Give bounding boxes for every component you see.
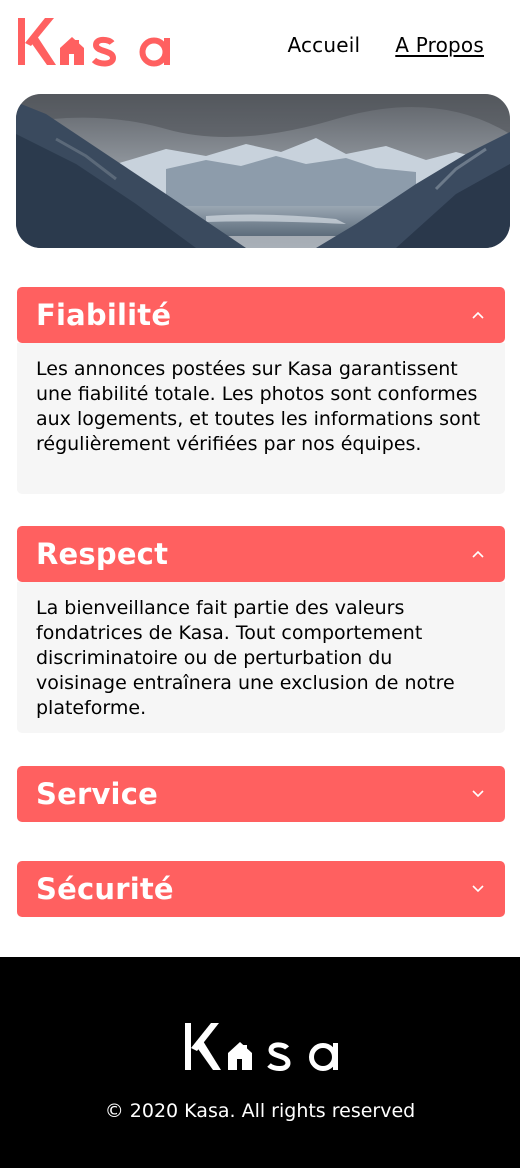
site-header: Accueil A Propos <box>0 0 520 90</box>
collapse-content: La bienveillance fait partie des valeurs… <box>17 582 505 733</box>
site-footer: © 2020 Kasa. All rights reserved <box>0 957 520 1168</box>
collapse-content: Les annonces postées sur Kasa garantisse… <box>17 343 505 494</box>
chevron-up-icon[interactable] <box>471 308 485 322</box>
collapse-title: Sécurité <box>36 872 174 906</box>
collapse-title: Respect <box>36 537 169 571</box>
kasa-footer-logo <box>183 1019 345 1075</box>
nav-link-accueil[interactable]: Accueil <box>287 33 360 57</box>
kasa-logo[interactable] <box>16 14 176 70</box>
collapse-header-service[interactable]: Service <box>17 766 505 822</box>
collapse-securite: Sécurité <box>17 861 505 917</box>
collapse-header-securite[interactable]: Sécurité <box>17 861 505 917</box>
collapse-title: Fiabilité <box>36 298 172 332</box>
collapse-respect: Respect La bienveillance fait partie des… <box>17 526 505 733</box>
collapse-fiabilite: Fiabilité Les annonces postées sur Kasa … <box>17 287 505 494</box>
chevron-down-icon[interactable] <box>471 787 485 801</box>
chevron-up-icon[interactable] <box>471 547 485 561</box>
collapse-header-respect[interactable]: Respect <box>17 526 505 582</box>
main-nav: Accueil A Propos <box>287 33 484 57</box>
collapse-service: Service <box>17 766 505 822</box>
collapse-title: Service <box>36 777 158 811</box>
chevron-down-icon[interactable] <box>471 882 485 896</box>
nav-link-a-propos[interactable]: A Propos <box>395 33 484 57</box>
about-banner-image <box>16 94 510 248</box>
footer-copyright: © 2020 Kasa. All rights reserved <box>104 1100 416 1122</box>
collapse-header-fiabilite[interactable]: Fiabilité <box>17 287 505 343</box>
